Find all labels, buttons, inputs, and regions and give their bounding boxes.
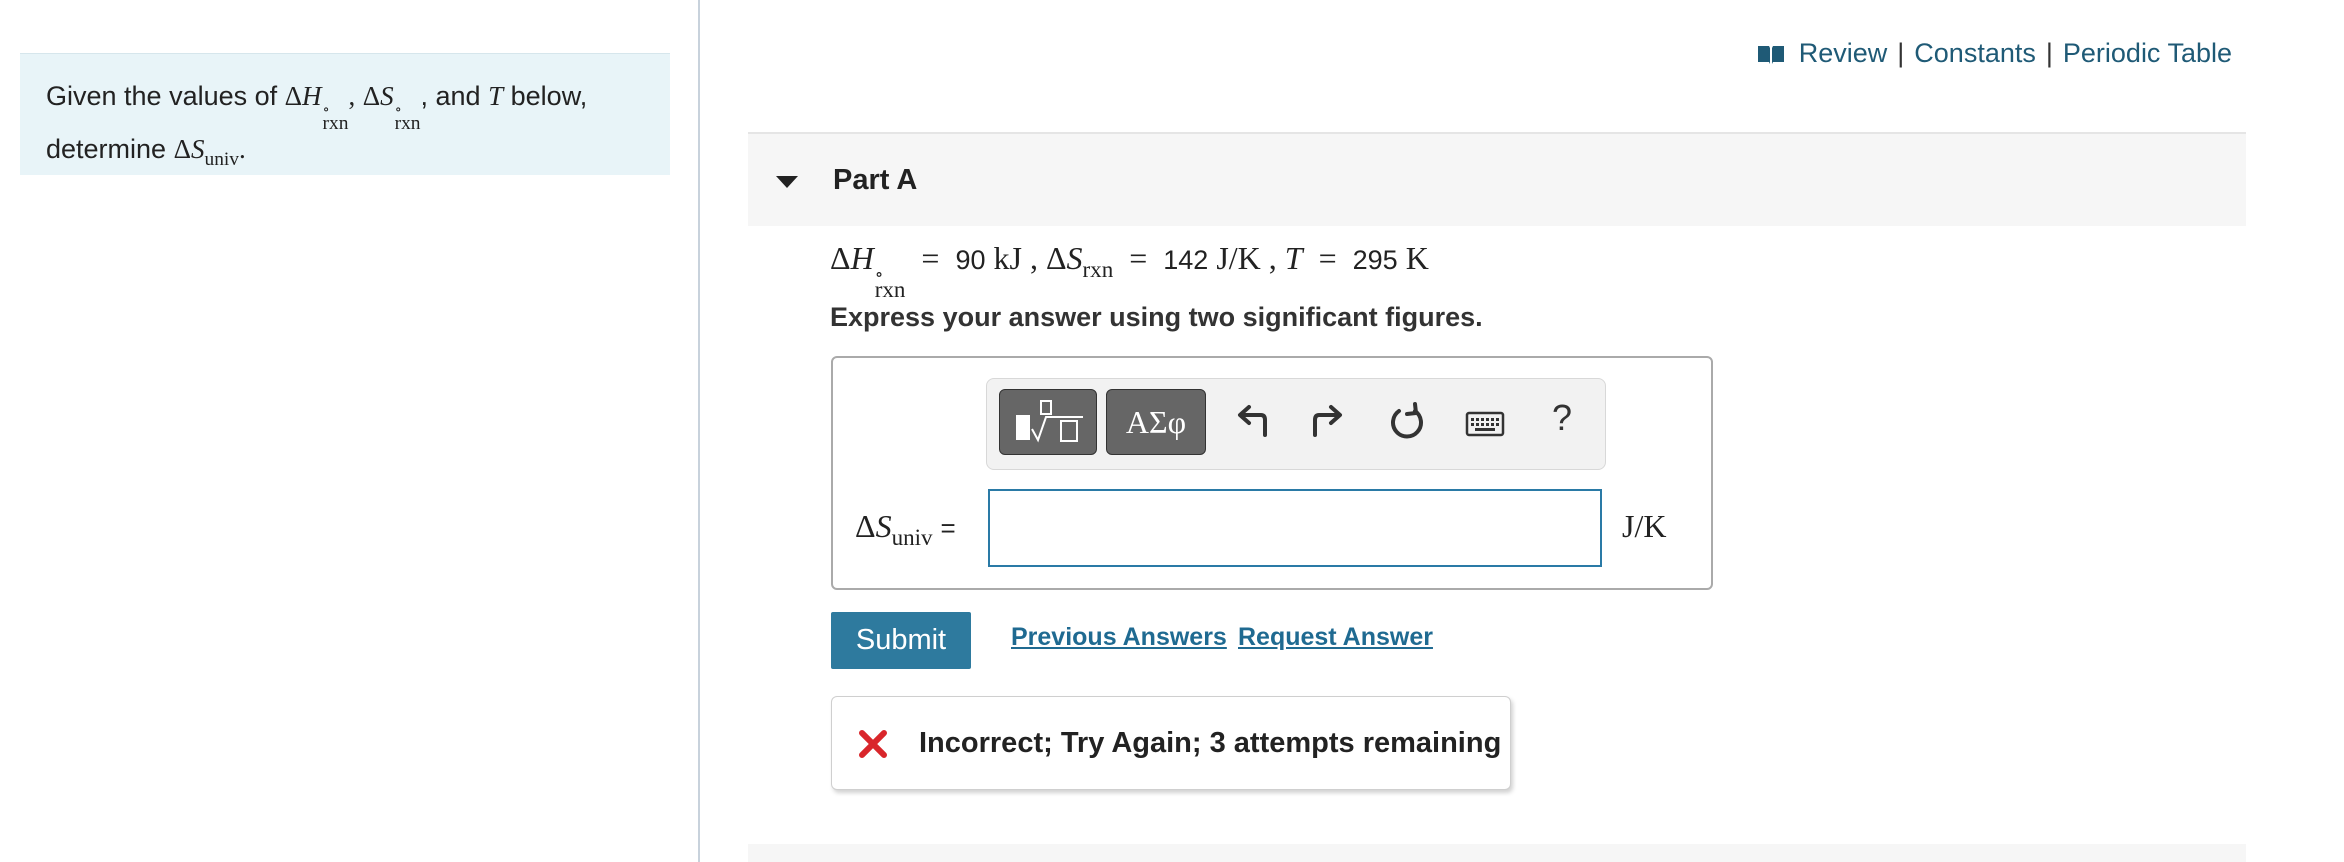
top-links: Review | Constants | Periodic Table — [1757, 38, 2232, 69]
intro-and-text: , and — [420, 81, 481, 111]
request-answer-link[interactable]: Request Answer — [1238, 623, 1433, 652]
delta-s-rxn-symbol: ΔS ∘ rxn — [362, 81, 421, 134]
answer-label: ΔSuniv = — [855, 508, 956, 551]
constants-link[interactable]: Constants — [1914, 38, 2036, 69]
link-separator: | — [1897, 38, 1905, 68]
part-title: Part A — [833, 164, 918, 196]
t-symbol: T — [488, 81, 504, 111]
next-part-strip — [748, 844, 2246, 862]
previous-answers-link[interactable]: Previous Answers — [1011, 623, 1227, 652]
help-icon[interactable]: ? — [1552, 397, 1572, 439]
templates-button[interactable] — [999, 389, 1097, 455]
temperature-unit: K — [1405, 240, 1429, 276]
temperature-value: 295 — [1352, 245, 1398, 275]
submit-button[interactable]: Submit — [831, 612, 971, 669]
answer-box: ΑΣφ ? ΔSuniv = J/K — [831, 356, 1713, 590]
intro-below-text: below, — [510, 81, 588, 111]
periodic-table-link[interactable]: Periodic Table — [2063, 38, 2232, 69]
template-icon — [1016, 400, 1083, 443]
reset-icon[interactable] — [1387, 401, 1427, 445]
link-separator: | — [2045, 38, 2053, 68]
redo-icon[interactable] — [1309, 401, 1345, 441]
delta-h-value: 90 — [955, 245, 986, 275]
undo-icon[interactable] — [1235, 401, 1271, 441]
book-icon — [1757, 45, 1784, 64]
feedback-message: Incorrect; Try Again; 3 attempts remaini… — [919, 727, 1502, 759]
instruction-text: Express your answer using two significan… — [830, 302, 1483, 332]
problem-intro: Given the values of ΔH ∘ rxn, ΔS ∘ rxn, and … — [20, 53, 670, 175]
left-panel: Given the values of ΔH ∘ rxn, ΔS ∘ rxn, and … — [0, 0, 700, 862]
delta-h-unit: kJ — [993, 240, 1022, 276]
delta-s-value: 142 — [1163, 245, 1209, 275]
answer-input[interactable] — [988, 489, 1602, 567]
symbols-button[interactable]: ΑΣφ — [1106, 389, 1206, 455]
feedback-box: Incorrect; Try Again; 3 attempts remaini… — [831, 696, 1511, 790]
delta-h-rxn-symbol: ΔH ∘ rxn, — [284, 81, 356, 134]
intro-text-prefix: Given the values of — [46, 81, 278, 111]
caret-down-icon[interactable] — [776, 176, 798, 188]
review-link[interactable]: Review — [1799, 38, 1888, 69]
intro-determine-text: determine — [46, 134, 167, 165]
part-a-header[interactable]: Part A — [748, 132, 2246, 226]
math-toolbar: ΑΣφ ? — [986, 378, 1606, 470]
answer-unit: J/K — [1622, 508, 1667, 544]
delta-s-unit: J/K — [1216, 240, 1261, 276]
given-values: ΔH ∘ rxn = 90 kJ , ΔSrxn = 142 J/K , T = 2… — [830, 240, 1429, 303]
delta-s-univ-symbol: ΔSuniv. — [173, 134, 246, 170]
keyboard-icon[interactable] — [1465, 411, 1505, 439]
error-x-icon — [859, 730, 887, 758]
